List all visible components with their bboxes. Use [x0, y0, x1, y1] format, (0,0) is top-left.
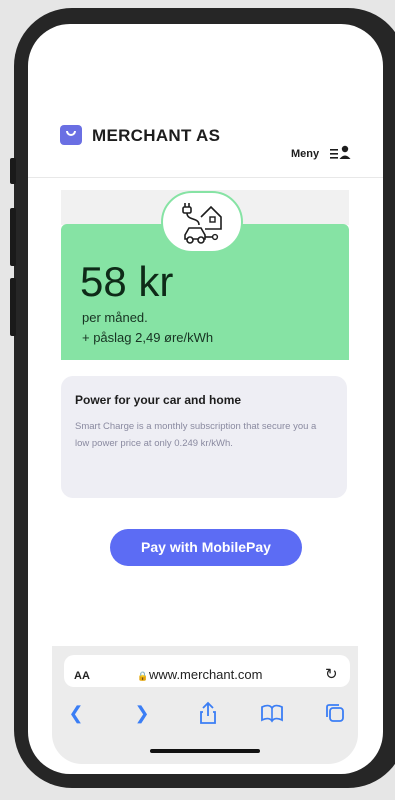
mute-switch — [10, 158, 16, 184]
share-icon[interactable] — [194, 699, 222, 727]
header-divider — [28, 177, 383, 178]
reload-icon[interactable]: ↻ — [325, 665, 338, 683]
forward-icon[interactable]: ❯ — [128, 699, 156, 727]
merchant-logo-icon — [60, 125, 82, 145]
bookmarks-icon[interactable] — [258, 699, 286, 727]
menu-label[interactable]: Meny — [291, 148, 319, 160]
info-card: Power for your car and home Smart Charge… — [61, 376, 347, 498]
reader-aa-button[interactable]: AA — [74, 670, 90, 682]
price-addon: + påslag 2,49 øre/kWh — [82, 330, 214, 345]
info-card-body: Smart Charge is a monthly subscription t… — [75, 421, 317, 449]
brand-name: MERCHANT AS — [92, 126, 221, 145]
price-period: per måned. — [82, 310, 148, 325]
lock-icon: 🔒 — [137, 671, 149, 681]
volume-down-button — [10, 278, 16, 336]
pay-with-mobilepay-button[interactable]: Pay with MobilePay — [110, 529, 302, 566]
home-indicator — [150, 749, 260, 753]
volume-up-button — [10, 208, 16, 266]
pay-button-label: Pay with MobilePay — [141, 539, 271, 555]
tabs-icon[interactable] — [321, 699, 349, 727]
back-icon[interactable]: ❮ — [62, 699, 90, 727]
screen: MERCHANT AS Meny 58 kr per måned. + påsl — [28, 24, 383, 774]
url-text[interactable]: www.merchant.com — [149, 667, 262, 682]
ev-charging-home-icon — [182, 203, 222, 244]
info-card-title: Power for your car and home — [75, 393, 242, 407]
menu-user-icon[interactable] — [330, 144, 352, 160]
ev-home-badge — [161, 191, 243, 253]
price-amount: 58 kr — [80, 258, 174, 305]
